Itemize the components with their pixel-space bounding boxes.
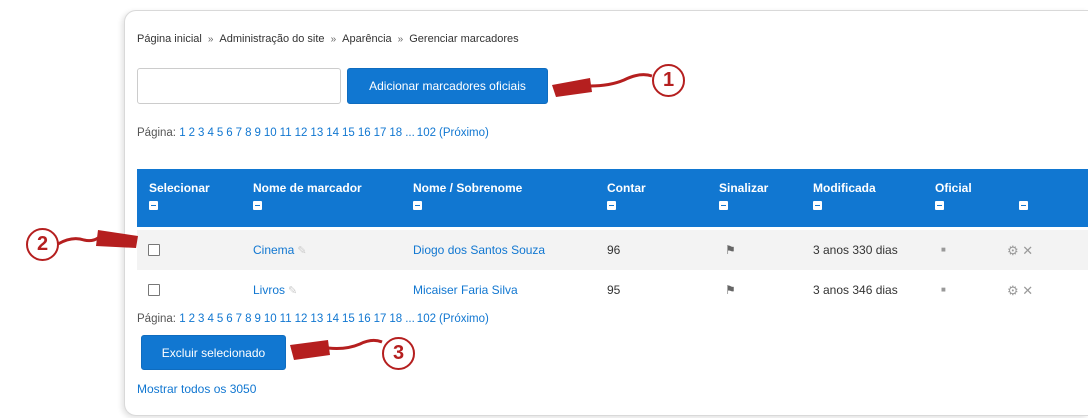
- callout-overlay: [57, 73, 653, 360]
- callout-number-1: 1: [652, 64, 685, 97]
- callout-number-2: 2: [26, 228, 59, 261]
- pointing-hand-icon: [290, 338, 383, 360]
- callout-number-3: 3: [382, 337, 415, 370]
- pointing-hand-icon: [552, 73, 653, 97]
- pointing-hand-icon: [57, 230, 138, 248]
